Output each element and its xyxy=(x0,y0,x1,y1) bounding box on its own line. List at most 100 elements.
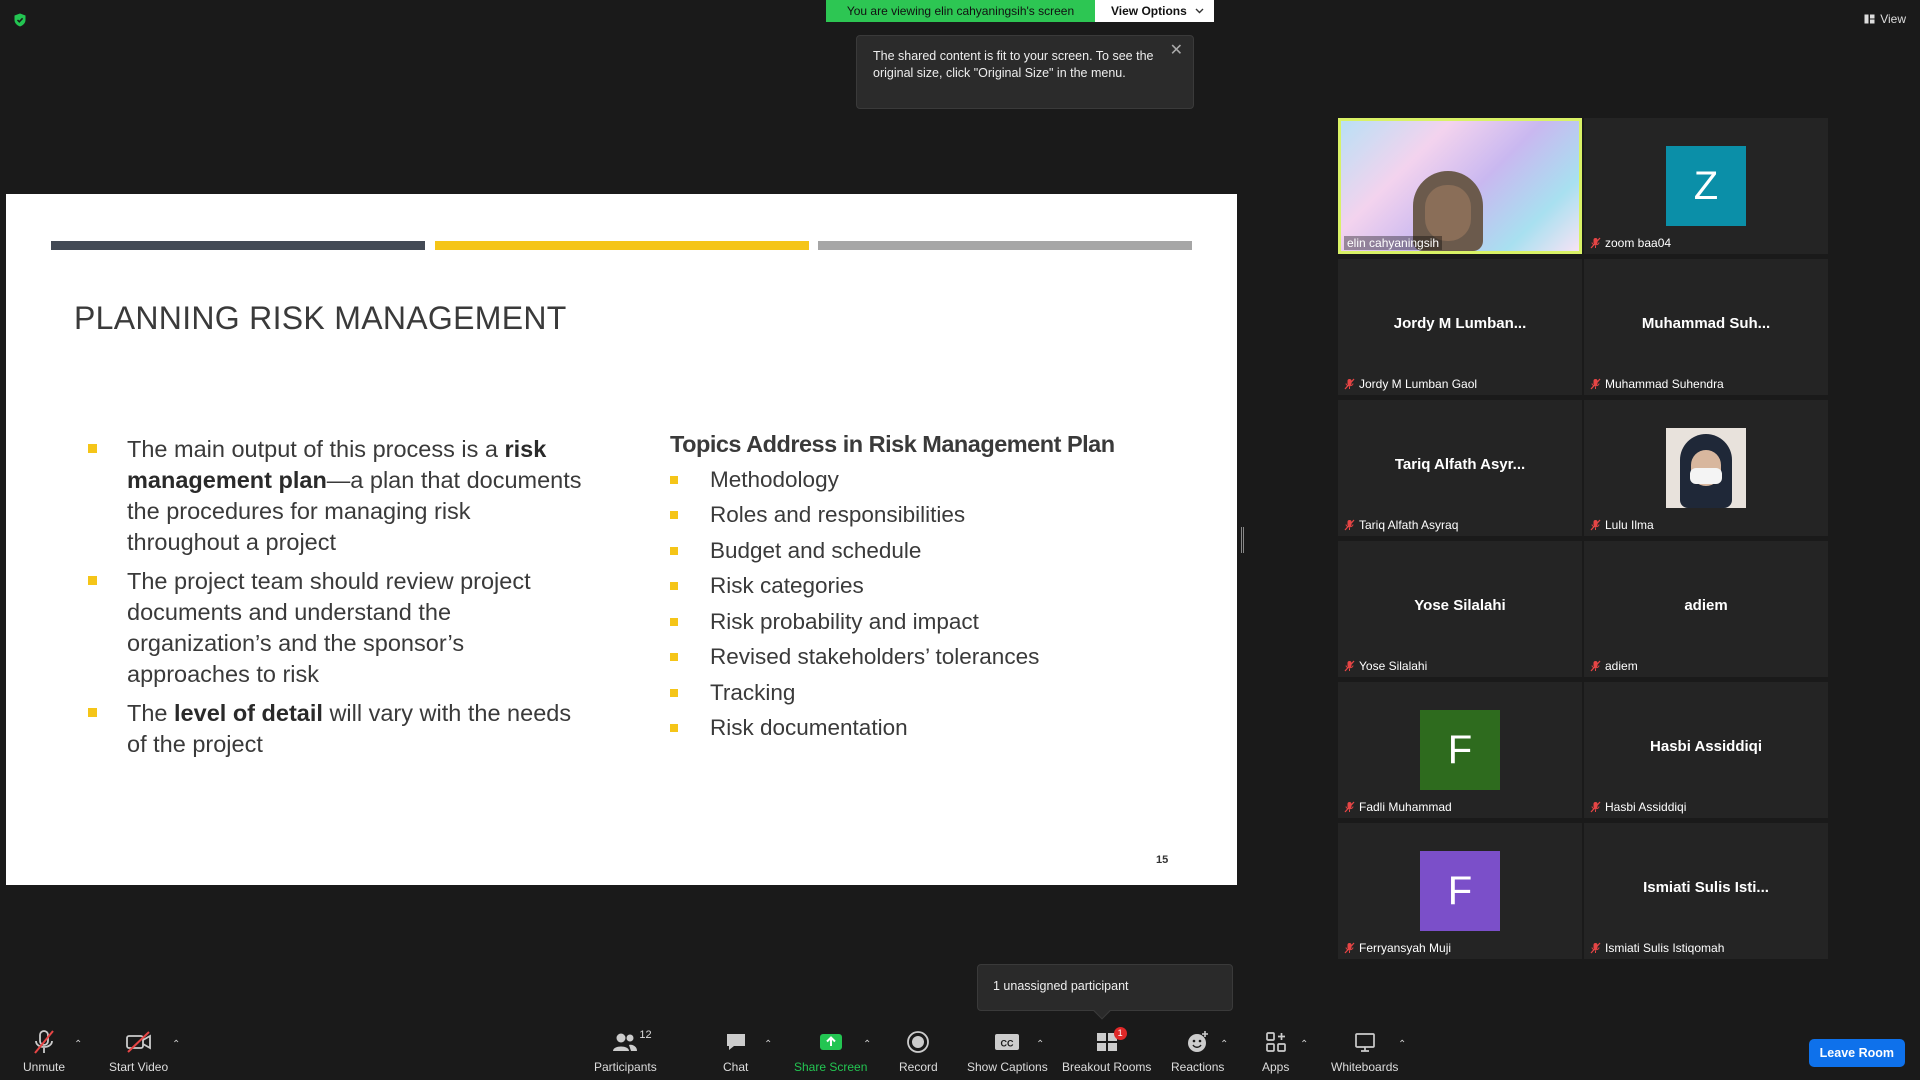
right-topic-list: Topics Address in Risk Management Plan M… xyxy=(670,431,1190,746)
svg-text:CC: CC xyxy=(1001,1039,1014,1049)
participant-name-label: Muhammad Suhendra xyxy=(1605,377,1724,391)
list-item: Risk probability and impact xyxy=(670,604,1190,640)
bullet-square-icon xyxy=(88,444,97,453)
meeting-toolbar: Unmute ⌃ Start Video ⌃ 12 Participants C… xyxy=(0,1016,1920,1080)
mic-muted-icon xyxy=(1590,237,1601,249)
participant-tile-elin[interactable]: elin cahyaningsih xyxy=(1338,118,1582,254)
bullet-square-icon xyxy=(670,546,678,555)
avatar: F xyxy=(1420,710,1500,790)
show-captions-label: Show Captions xyxy=(967,1060,1048,1074)
participant-display-name: adiem xyxy=(1684,597,1728,614)
video-off-icon xyxy=(125,1031,151,1053)
view-label: View xyxy=(1880,12,1906,26)
participant-display-name: Ismiati Sulis Isti... xyxy=(1643,879,1769,896)
bullet-square-icon xyxy=(88,576,97,585)
participant-tile-ismiati[interactable]: Ismiati Sulis Isti... Ismiati Sulis Isti… xyxy=(1584,823,1828,959)
view-options-label: View Options xyxy=(1111,4,1187,18)
apps-button[interactable]: Apps xyxy=(1262,1027,1289,1074)
unmute-button[interactable]: Unmute xyxy=(23,1027,65,1074)
smiley-face-icon xyxy=(1187,1031,1208,1052)
participant-name-label: adiem xyxy=(1605,659,1638,673)
captions-options-chevron-icon[interactable]: ⌃ xyxy=(1036,1039,1044,1050)
mic-muted-icon xyxy=(1590,519,1601,531)
start-video-button[interactable]: Start Video xyxy=(109,1027,168,1074)
participant-tile-adiem[interactable]: adiem adiem xyxy=(1584,541,1828,677)
avatar xyxy=(1666,428,1746,508)
chat-button[interactable]: Chat xyxy=(723,1027,748,1074)
participant-tile-zoom-baa04[interactable]: Z zoom baa04 xyxy=(1584,118,1828,254)
security-shield-icon[interactable] xyxy=(13,13,27,27)
participant-tile-jordy[interactable]: Jordy M Lumban... Jordy M Lumban Gaol xyxy=(1338,259,1582,395)
whiteboards-options-chevron-icon[interactable]: ⌃ xyxy=(1398,1039,1406,1050)
bullet-square-icon xyxy=(670,724,678,733)
participant-tile-yose[interactable]: Yose Silalahi Yose Silalahi xyxy=(1338,541,1582,677)
mic-muted-icon xyxy=(1590,801,1601,813)
mic-muted-icon xyxy=(1344,660,1355,672)
record-button[interactable]: Record xyxy=(899,1027,938,1074)
participant-display-name: Muhammad Suh... xyxy=(1641,315,1771,332)
participant-name-label: Fadli Muhammad xyxy=(1359,800,1452,814)
left-bullet-list: The main output of this process is a ris… xyxy=(88,434,588,768)
list-item: Risk documentation xyxy=(670,711,1190,747)
participant-tile-tariq[interactable]: Tariq Alfath Asyr... Tariq Alfath Asyraq xyxy=(1338,400,1582,536)
audio-options-chevron-icon[interactable]: ⌃ xyxy=(74,1039,82,1050)
list-item: Methodology xyxy=(670,462,1190,498)
mic-muted-icon xyxy=(1344,519,1355,531)
grid-view-icon xyxy=(1864,14,1875,24)
participant-name-label: Yose Silalahi xyxy=(1359,659,1428,673)
view-button[interactable]: View xyxy=(1864,12,1906,26)
apps-label: Apps xyxy=(1262,1060,1290,1074)
unmute-label: Unmute xyxy=(23,1060,66,1074)
closed-captions-icon: CC xyxy=(995,1034,1020,1050)
participant-tile-ferryansyah[interactable]: F Ferryansyah Muji xyxy=(1338,823,1582,959)
participant-name-label: Ferryansyah Muji xyxy=(1359,941,1452,955)
participant-tile-lulu[interactable]: Lulu Ilma xyxy=(1584,400,1828,536)
apps-options-chevron-icon[interactable]: ⌃ xyxy=(1300,1039,1308,1050)
panel-resize-handle[interactable] xyxy=(1241,527,1244,553)
participant-count: 12 xyxy=(639,1029,652,1041)
participant-tile-hasbi[interactable]: Hasbi Assiddiqi Hasbi Assiddiqi xyxy=(1584,682,1828,818)
participant-display-name: Hasbi Assiddiqi xyxy=(1650,738,1762,755)
avatar: F xyxy=(1420,851,1500,931)
leave-room-button[interactable]: Leave Room xyxy=(1808,1039,1905,1067)
share-options-chevron-icon[interactable]: ⌃ xyxy=(863,1039,871,1050)
participant-name-label: zoom baa04 xyxy=(1605,236,1672,250)
chat-label: Chat xyxy=(723,1060,749,1074)
participant-name-label: Tariq Alfath Asyraq xyxy=(1359,518,1459,532)
video-options-chevron-icon[interactable]: ⌃ xyxy=(172,1039,180,1050)
view-options-button[interactable]: View Options xyxy=(1095,0,1214,22)
avatar: Z xyxy=(1666,146,1746,226)
participant-name-label: Ismiati Sulis Istiqomah xyxy=(1605,941,1725,955)
mic-muted-icon xyxy=(1590,660,1601,672)
participant-tile-muhammad[interactable]: Muhammad Suh... Muhammad Suhendra xyxy=(1584,259,1828,395)
bullet-square-icon xyxy=(670,511,678,520)
breakout-rooms-label: Breakout Rooms xyxy=(1062,1060,1152,1074)
breakout-badge: 1 xyxy=(1113,1027,1127,1040)
unassigned-participant-popup[interactable]: 1 unassigned participant xyxy=(977,964,1233,1020)
share-screen-icon xyxy=(819,1034,842,1050)
reactions-button[interactable]: Reactions xyxy=(1171,1027,1224,1074)
participant-display-name: Jordy M Lumban... xyxy=(1393,315,1527,332)
list-item: The main output of this process is a ris… xyxy=(88,434,588,558)
list-item: Tracking xyxy=(670,675,1190,711)
mic-muted-icon xyxy=(1344,378,1355,390)
show-captions-button[interactable]: CC Show Captions xyxy=(967,1027,1048,1074)
participant-name-label: Jordy M Lumban Gaol xyxy=(1359,377,1478,391)
viewing-screen-label: You are viewing elin cahyaningsih's scre… xyxy=(826,0,1095,22)
reactions-label: Reactions xyxy=(1171,1060,1225,1074)
share-screen-button[interactable]: Share Screen xyxy=(794,1027,867,1074)
tooltip-text: The shared content is fit to your screen… xyxy=(873,49,1154,80)
participant-tile-fadli[interactable]: F Fadli Muhammad xyxy=(1338,682,1582,818)
reactions-options-chevron-icon[interactable]: ⌃ xyxy=(1220,1039,1228,1050)
screen-share-banner: You are viewing elin cahyaningsih's scre… xyxy=(826,0,1214,22)
mic-muted-icon xyxy=(1344,942,1355,954)
whiteboards-button[interactable]: Whiteboards xyxy=(1331,1027,1398,1074)
list-item: Risk categories xyxy=(670,569,1190,605)
record-icon xyxy=(907,1031,930,1053)
breakout-rooms-button[interactable]: 1 Breakout Rooms xyxy=(1062,1027,1151,1074)
chat-options-chevron-icon[interactable]: ⌃ xyxy=(764,1039,772,1050)
participants-button[interactable]: 12 Participants xyxy=(594,1027,657,1074)
participant-display-name: Tariq Alfath Asyr... xyxy=(1394,456,1526,473)
participant-name-label: Hasbi Assiddiqi xyxy=(1605,800,1687,814)
close-icon[interactable]: ✕ xyxy=(1170,42,1183,59)
